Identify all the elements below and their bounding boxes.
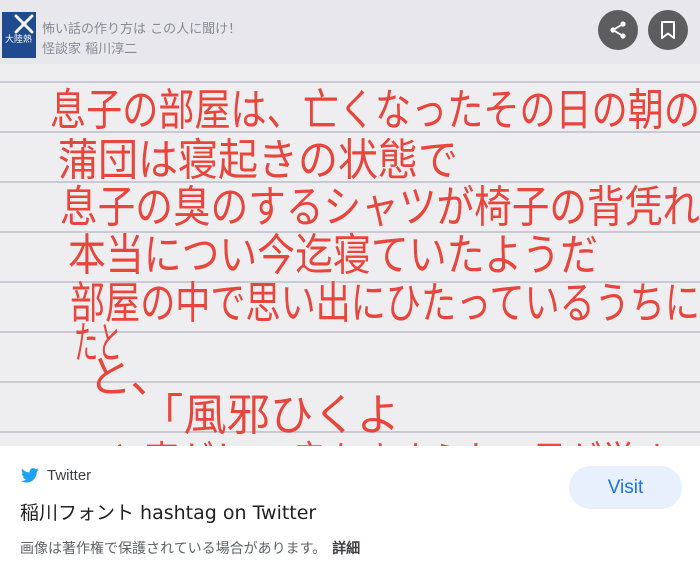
details-link[interactable]: 詳細: [332, 541, 360, 557]
handwriting-line: 「風邪ひくよ: [140, 390, 400, 441]
save-button[interactable]: [648, 10, 688, 50]
source-name: Twitter: [47, 467, 92, 484]
source-link[interactable]: Twitter: [21, 467, 91, 484]
handwriting-line: 蒲団は寝起きの状態で: [58, 135, 458, 186]
result-title[interactable]: 稲川フォント hashtag on Twitter: [20, 498, 316, 525]
handwriting-line: と声がして 肩をゆすられて目が覚め: [110, 438, 670, 446]
handwriting-line: 息子の部屋は、亡くなったその日の朝の: [50, 85, 700, 136]
share-button[interactable]: [598, 10, 638, 50]
handwriting-line: 部屋の中で思い出にひたっているうちに: [70, 278, 700, 329]
handwriting-line: 息子の臭のするシャツが椅子の背凭れ: [60, 182, 700, 233]
close-button[interactable]: [8, 8, 40, 40]
share-icon: [610, 21, 626, 39]
image-preview[interactable]: 大陸熱 怖い話の作り方は この人に聞け！ 怪談家 稲川淳二 息子の部屋は、亡くな…: [0, 0, 700, 446]
overlay-line-2: 怪談家 稲川淳二: [42, 41, 137, 57]
overlay-line-1: 怖い話の作り方は この人に聞け！: [42, 21, 241, 37]
close-icon: [14, 14, 34, 34]
bookmark-icon: [661, 21, 675, 39]
twitter-bird-icon: [21, 468, 39, 483]
copyright-text: 画像は著作権で保護されている場合があります。: [20, 541, 327, 557]
preview-image: 大陸熱 怖い話の作り方は この人に聞け！ 怪談家 稲川淳二 息子の部屋は、亡くな…: [0, 0, 700, 446]
handwriting-line: 本当につい今迄寝ていたようだ: [68, 230, 598, 281]
visit-button[interactable]: Visit: [569, 466, 682, 509]
copyright-notice: 画像は著作権で保護されている場合があります。 詳細: [20, 538, 360, 558]
